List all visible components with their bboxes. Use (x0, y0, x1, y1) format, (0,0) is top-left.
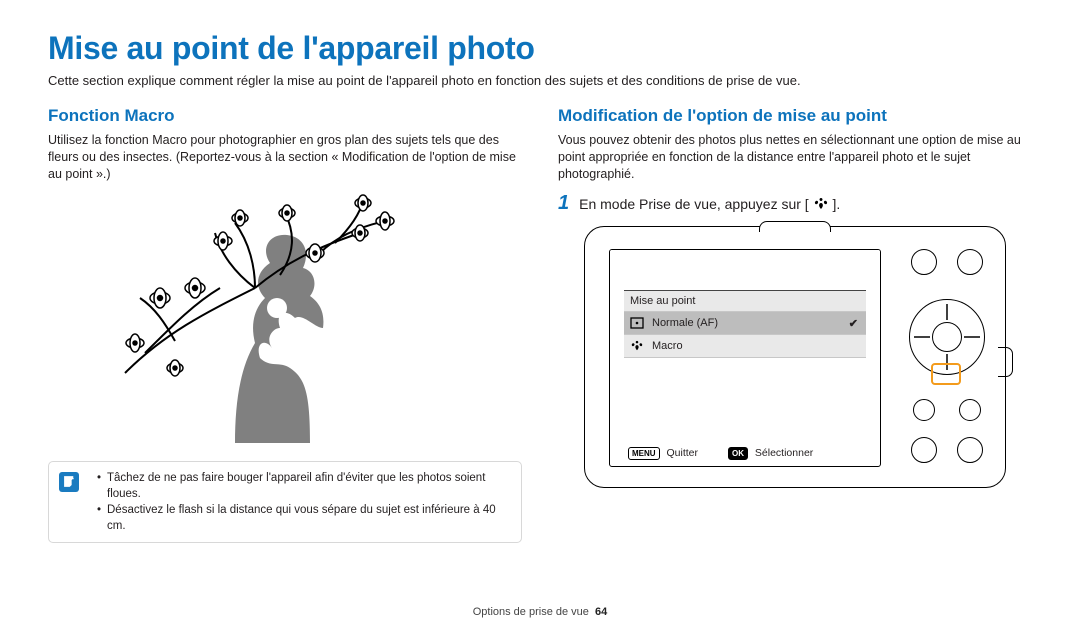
heading-macro: Fonction Macro (48, 106, 522, 126)
macro-flower-icon (630, 340, 644, 352)
footer-select: OK Sélectionner (728, 447, 813, 460)
focus-option-description: Vous pouvez obtenir des photos plus nett… (558, 132, 1032, 183)
camera-button (913, 399, 935, 421)
check-icon: ✔ (849, 317, 858, 330)
menu-key-icon: MENU (628, 447, 660, 460)
heading-focus-option: Modification de l'option de mise au poin… (558, 106, 1032, 126)
step-1: 1 En mode Prise de vue, appuyez sur [ ]. (558, 193, 1032, 214)
menu-title: Mise au point (624, 291, 866, 312)
menu-option-normal-af[interactable]: Normale (AF) ✔ (624, 312, 866, 335)
macro-flower-icon (813, 197, 829, 214)
menu-option-label: Macro (652, 340, 683, 352)
ok-key-icon: OK (728, 447, 748, 460)
step-text-before: En mode Prise de vue, appuyez sur [ (579, 196, 809, 212)
step-text-after: ]. (832, 196, 840, 212)
footer-quit: MENU Quitter (628, 447, 698, 460)
camera-screen: Mise au point Normale (AF) ✔ (609, 249, 881, 467)
note-box: Tâchez de ne pas faire bouger l'appareil… (48, 461, 522, 543)
step-number: 1 (558, 193, 569, 213)
camera-button (911, 437, 937, 463)
camera-button (911, 249, 937, 275)
af-target-icon (630, 317, 644, 329)
camera-button (957, 437, 983, 463)
macro-description: Utilisez la fonction Macro pour photogra… (48, 132, 522, 183)
note-item: Désactivez le flash si la distance qui v… (97, 502, 509, 534)
camera-button (959, 399, 981, 421)
menu-option-macro[interactable]: Macro (624, 335, 866, 358)
flowers-silhouette-icon (105, 193, 465, 443)
menu-option-label: Normale (AF) (652, 317, 718, 329)
note-item: Tâchez de ne pas faire bouger l'appareil… (97, 470, 509, 502)
camera-button (957, 249, 983, 275)
page-footer: Options de prise de vue 64 (0, 606, 1080, 618)
page-intro: Cette section explique comment régler la… (48, 73, 1032, 88)
dpad-down-highlight (931, 363, 961, 385)
macro-illustration (48, 193, 522, 443)
page-title: Mise au point de l'appareil photo (48, 30, 1032, 67)
camera-back-illustration: Mise au point Normale (AF) ✔ (584, 226, 1006, 488)
note-icon (59, 472, 79, 492)
